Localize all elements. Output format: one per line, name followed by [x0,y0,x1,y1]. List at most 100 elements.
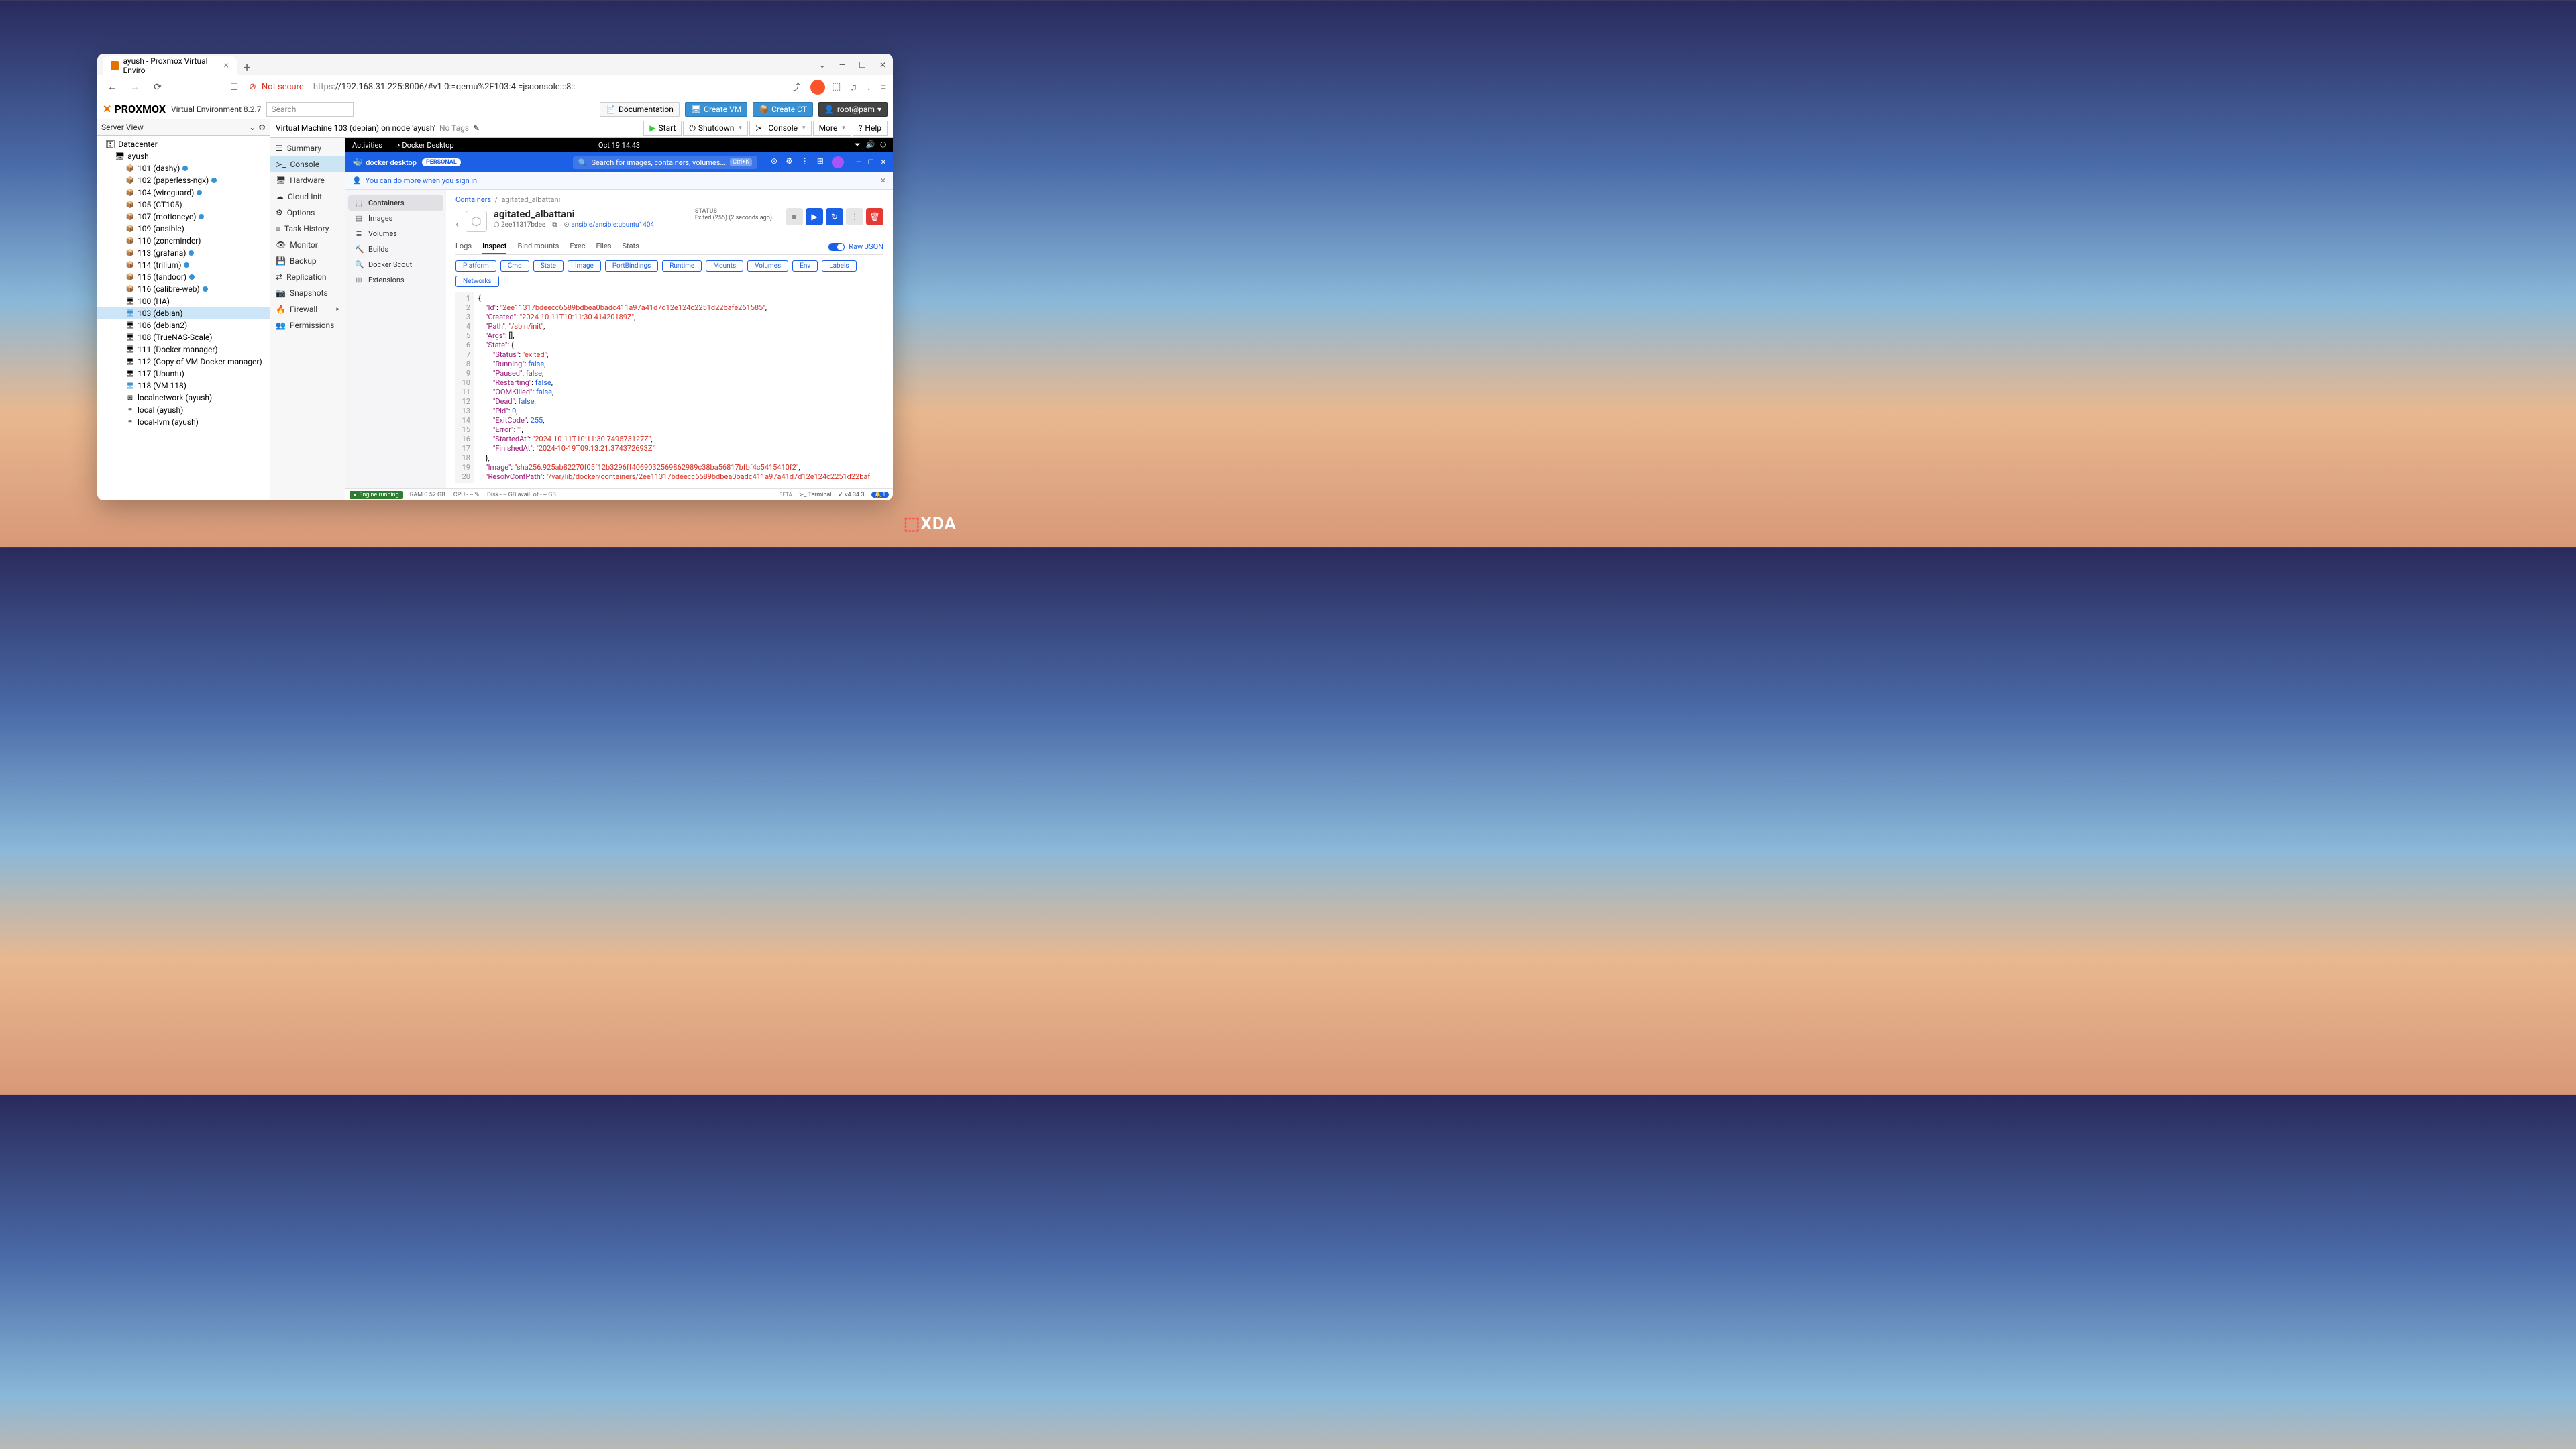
subnav-replication[interactable]: ⇄Replication [270,269,345,285]
tree-item[interactable]: 📦 114 (trilium) [97,259,270,271]
ellipsis-icon[interactable]: ⋮ [801,156,809,168]
help-button[interactable]: ? Help [853,121,888,136]
image-link[interactable]: ⊙ ansible/ansible:ubuntu1404 [564,221,654,229]
win-maximize-icon[interactable]: ☐ [868,159,874,166]
sidebar-images[interactable]: ▤Images [348,211,443,226]
power-icon[interactable]: ⏻ [880,140,886,150]
tree-item[interactable]: 🖥 118 (VM 118) [97,380,270,392]
banner-close-icon[interactable]: ✕ [880,176,886,185]
sidebar-docker-scout[interactable]: 🔍Docker Scout [348,257,443,272]
maximize-icon[interactable]: ☐ [859,60,866,70]
download-icon[interactable]: ↓ [867,81,871,93]
chip-portbindings[interactable]: PortBindings [605,260,658,272]
subnav-monitor[interactable]: 👁Monitor [270,237,345,253]
tree-item[interactable]: 📦 115 (tandoor) [97,271,270,283]
tree-item[interactable]: 📦 105 (CT105) [97,199,270,211]
bookmark-button[interactable]: ☐ [226,82,242,93]
tree-item[interactable]: 🖥 103 (debian) [97,307,270,319]
restart-button[interactable]: ↻ [826,208,843,225]
documentation-button[interactable]: 📄 Documentation [600,102,680,117]
chip-runtime[interactable]: Runtime [662,260,702,272]
start-button[interactable]: ▶ [806,208,823,225]
extension-icon[interactable]: ⬚ [832,81,841,93]
tab-inspect[interactable]: Inspect [482,239,506,254]
clock[interactable]: Oct 19 14:43 [598,141,640,150]
win-minimize-icon[interactable]: — [856,159,861,166]
subnav-firewall[interactable]: 🔥Firewall▸ [270,301,345,317]
create-ct-button[interactable]: 📦 Create CT [753,102,813,117]
tree-item[interactable]: 🖥 106 (debian2) [97,319,270,331]
chip-image[interactable]: Image [568,260,601,272]
json-viewer[interactable]: 1234567891011121314151617181920 { "Id": … [455,292,883,483]
tree-item[interactable]: 📦 101 (dashy) [97,162,270,174]
subnav-snapshots[interactable]: 📷Snapshots [270,285,345,301]
close-window-icon[interactable]: ✕ [879,60,886,70]
activities-button[interactable]: Activities [352,141,382,150]
console-button[interactable]: ≻_ Console [749,121,812,136]
sidebar-volumes[interactable]: ≣Volumes [348,226,443,241]
tree-item[interactable]: ≡ local-lvm (ayush) [97,416,270,428]
tree-item[interactable]: 📦 102 (paperless-ngx) [97,174,270,186]
tab-exec[interactable]: Exec [570,239,585,254]
active-app[interactable]: ◔ Docker Desktop [396,141,454,150]
chevron-down-icon[interactable]: ⌄ [819,60,826,70]
subnav-hardware[interactable]: 🖥Hardware [270,172,345,189]
chip-networks[interactable]: Networks [455,276,499,287]
new-tab-button[interactable]: + [237,61,257,75]
engine-status[interactable]: Engine running [350,491,403,499]
subnav-permissions[interactable]: 👥Permissions [270,317,345,333]
start-button[interactable]: ▶Start [643,121,682,136]
chip-mounts[interactable]: Mounts [706,260,743,272]
tab-stats[interactable]: Stats [622,239,639,254]
subnav-console[interactable]: ≻_Console [270,156,345,172]
tree-item[interactable]: 📦 104 (wireguard) [97,186,270,199]
tree-item[interactable]: ≡ local (ayush) [97,404,270,416]
terminal-button[interactable]: ≻_ Terminal [799,492,832,498]
notifications-badge[interactable]: 🔔 1 [871,492,889,498]
stop-button[interactable]: ■ [786,208,803,225]
chip-platform[interactable]: Platform [455,260,496,272]
reload-button[interactable]: ⟳ [150,82,166,93]
minimize-icon[interactable]: — [839,60,845,70]
tree-item[interactable]: ⊞ localnetwork (ayush) [97,392,270,404]
tree-item[interactable]: 🖥 117 (Ubuntu) [97,368,270,380]
subnav-cloud-init[interactable]: ☁Cloud-Init [270,189,345,205]
tree-item[interactable]: 🖥 100 (HA) [97,295,270,307]
menu-icon[interactable]: ≡ [881,81,886,93]
forward-button[interactable]: → [127,81,143,93]
tree-node[interactable]: 🖥 ayush [97,150,270,162]
tree-item[interactable]: 📦 113 (grafana) [97,247,270,259]
volume-icon[interactable]: 🔊 [866,140,875,150]
ellipsis-button[interactable]: ⋮ [846,208,863,225]
rewards-icon[interactable]: ♫ [850,81,857,93]
tab-logs[interactable]: Logs [455,239,472,254]
subnav-summary[interactable]: ☰Summary [270,140,345,156]
chip-volumes[interactable]: Volumes [747,260,788,272]
tree-item[interactable]: 📦 109 (ansible) [97,223,270,235]
more-button[interactable]: More [813,121,851,136]
tree-item[interactable]: 📦 110 (zoneminder) [97,235,270,247]
chip-env[interactable]: Env [792,260,818,272]
create-vm-button[interactable]: 🖥 Create VM [685,102,747,117]
docker-search-input[interactable]: 🔍 Search for images, containers, volumes… [573,156,757,169]
delete-button[interactable]: 🗑 [866,208,883,225]
tab-close-icon[interactable]: × [224,60,229,71]
tree-item[interactable]: 🖥 112 (Copy-of-VM-Docker-manager) [97,356,270,368]
tab-bind-mounts[interactable]: Bind mounts [517,239,559,254]
troubleshoot-icon[interactable]: ⊙ [771,156,777,168]
share-icon[interactable]: ⤴ [788,80,804,94]
copy-icon[interactable]: ⧉ [552,221,557,229]
sidebar-builds[interactable]: 🔨Builds [348,241,443,257]
subnav-task-history[interactable]: ≡Task History [270,221,345,237]
back-arrow-icon[interactable]: ‹ [455,217,459,230]
tree-item[interactable]: 🖥 108 (TrueNAS-Scale) [97,331,270,343]
apps-icon[interactable]: ⊞ [817,156,824,168]
raw-json-toggle[interactable]: Raw JSON [828,239,883,254]
chip-state[interactable]: State [533,260,564,272]
search-input[interactable]: Search [266,102,354,117]
sidebar-extensions[interactable]: ⊞Extensions [348,272,443,288]
tab-files[interactable]: Files [596,239,612,254]
edit-tags-icon[interactable]: ✎ [473,123,480,133]
tree-view-selector[interactable]: Server View⌄ ⚙ [97,119,270,136]
browser-tab[interactable]: ayush - Proxmox Virtual Enviro × [103,56,237,75]
